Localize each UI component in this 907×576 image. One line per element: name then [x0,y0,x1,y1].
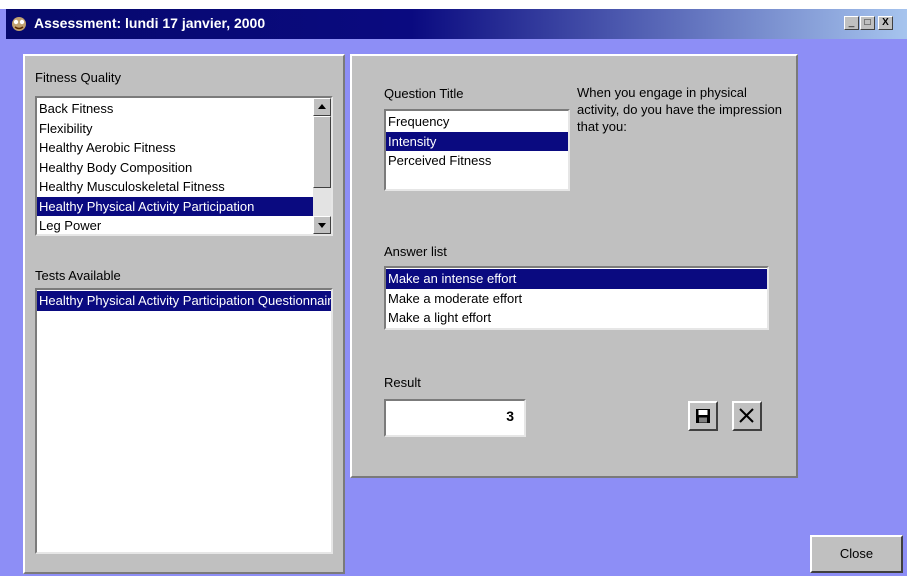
close-icon: X [882,17,889,28]
arrow-down-icon [318,223,326,228]
question-title-item[interactable]: Intensity [386,131,568,151]
close-button[interactable]: Close [810,535,903,573]
question-title-item[interactable]: Frequency [386,112,568,132]
tests-available-label: Tests Available [35,268,121,283]
scroll-down-button[interactable] [313,216,331,234]
question-text: When you engage in physical activity, do… [577,85,782,134]
fitness-quality-item[interactable]: Flexibility [37,119,331,139]
scroll-thumb[interactable] [313,116,331,188]
question-title-items: Frequency Intensity Perceived Fitness [386,111,568,171]
tests-available-list[interactable]: Healthy Physical Activity Participation … [35,288,333,554]
answer-items: Make an intense effort Make a moderate ef… [386,268,767,328]
answer-item[interactable]: Make an intense effort [386,269,767,289]
answer-list[interactable]: Make an intense effort Make a moderate ef… [384,266,769,330]
fitness-quality-item[interactable]: Healthy Body Composition [37,158,331,178]
fitness-quality-label: Fitness Quality [35,70,121,85]
answer-item[interactable]: Make a moderate effort [386,289,767,309]
fitness-quality-item[interactable]: Back Fitness [37,99,331,119]
app-icon [10,15,28,33]
question-title-list[interactable]: Frequency Intensity Perceived Fitness [384,109,570,191]
fitness-quality-item[interactable]: Healthy Musculoskeletal Fitness [37,177,331,197]
minimize-button[interactable]: _ [844,16,859,30]
fitness-quality-items: Back Fitness Flexibility Healthy Aerobic F… [37,98,331,234]
question-title-label: Question Title [384,86,464,101]
answer-list-label: Answer list [384,244,447,259]
answer-item[interactable]: Make a light effort [386,308,767,328]
save-button[interactable] [688,401,718,431]
fitness-quality-scrollbar[interactable] [313,98,331,234]
fitness-quality-list[interactable]: Back Fitness Flexibility Healthy Aerobic F… [35,96,333,236]
result-field[interactable]: 3 [384,399,526,437]
assessment-window: Assessment: lundi 17 janvier, 2000 _ □ X… [0,9,907,576]
fitness-quality-item[interactable]: Healthy Physical Activity Participation [37,196,331,216]
fitness-quality-item[interactable]: Healthy Aerobic Fitness [37,138,331,158]
arrow-up-icon [318,104,326,109]
question-panel: Question Title Frequency Intensity Perceiv… [350,54,798,478]
window-title: Assessment: lundi 17 janvier, 2000 [34,15,266,31]
test-item[interactable]: Healthy Physical Activity Participation … [37,291,331,311]
fitness-quality-item[interactable]: Leg Power [37,216,331,234]
title-bar: Assessment: lundi 17 janvier, 2000 _ □ X [6,9,907,39]
close-button-label: Close [839,546,874,561]
scroll-up-button[interactable] [313,98,331,116]
maximize-icon: □ [864,17,871,28]
question-title-item[interactable]: Perceived Fitness [386,151,568,171]
cancel-button[interactable] [732,401,762,431]
maximize-button[interactable]: □ [860,16,875,30]
left-panel: Fitness Quality Back Fitness Flexibility H… [23,54,345,574]
minimize-icon: _ [848,17,855,28]
save-icon [696,409,710,423]
cancel-icon [739,408,754,423]
result-label: Result [384,375,421,390]
close-window-button[interactable]: X [878,16,893,30]
tests-available-items: Healthy Physical Activity Participation … [37,290,331,311]
